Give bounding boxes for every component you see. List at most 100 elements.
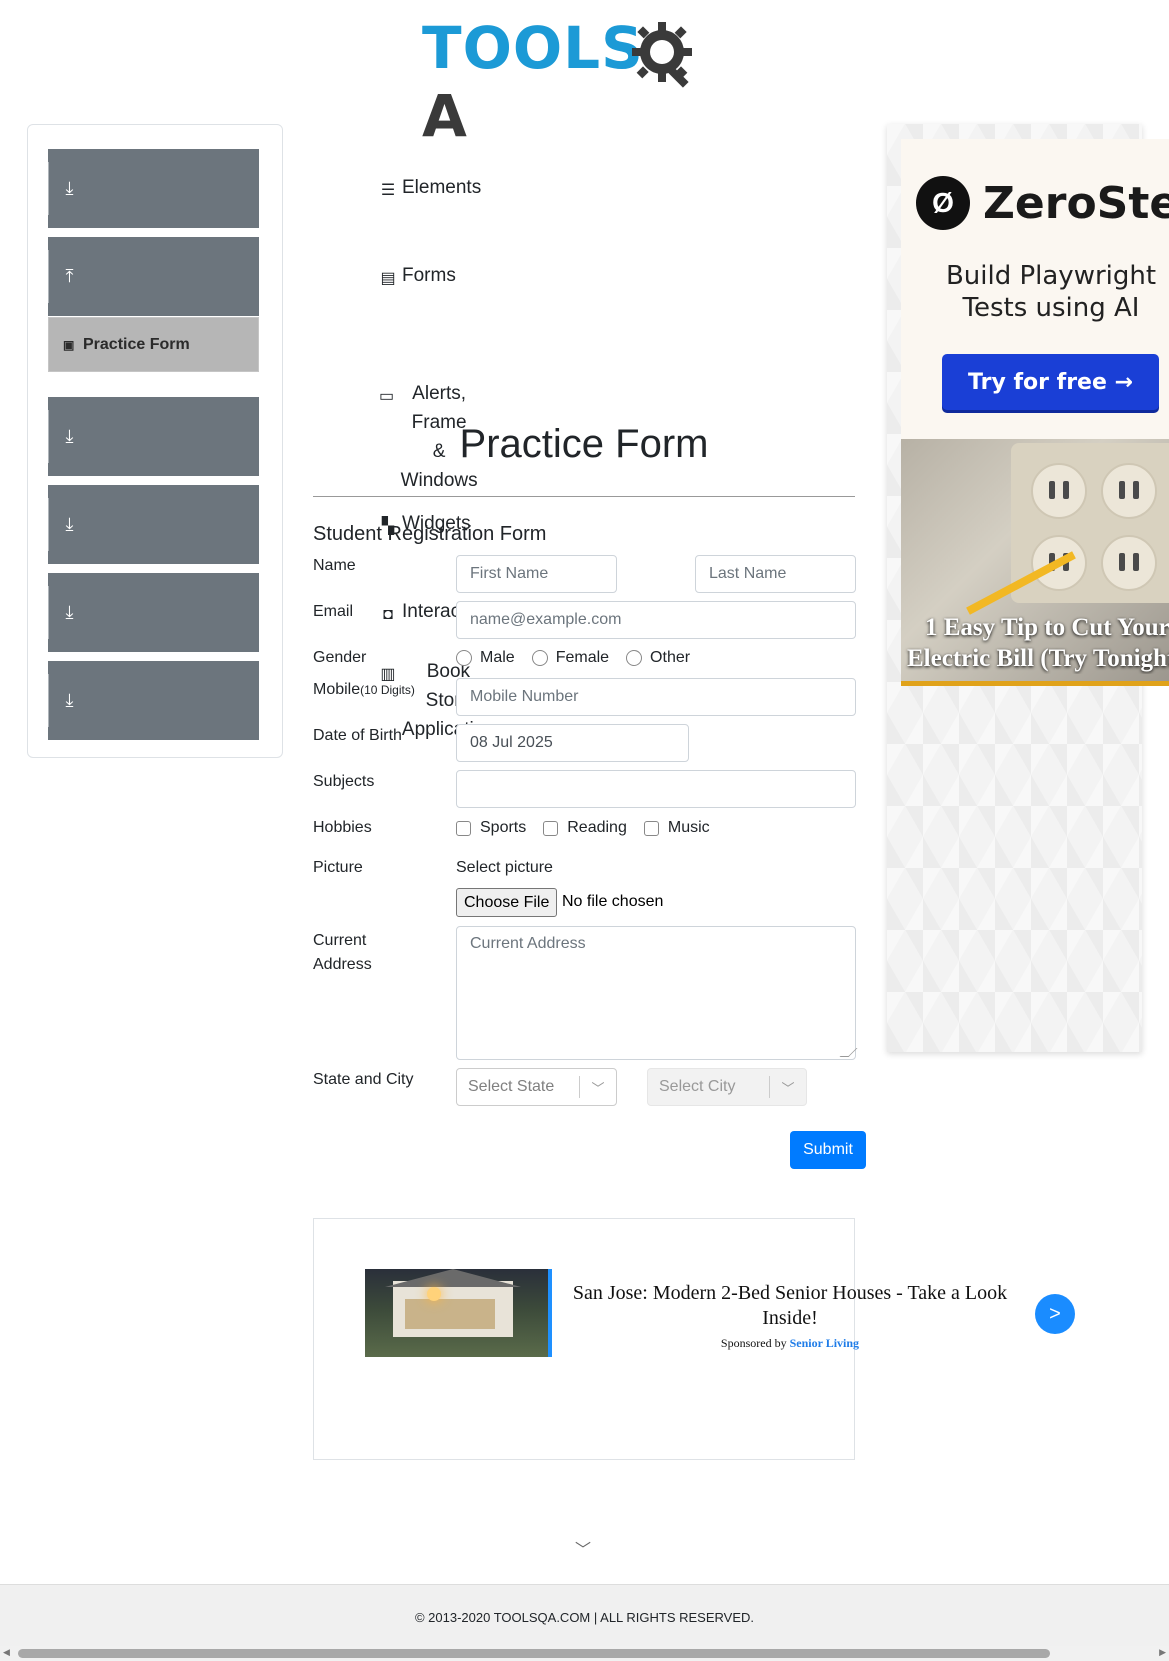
logo-text-tools: TOOLS	[422, 14, 644, 82]
chevron-down-icon[interactable]: ﹀	[575, 1536, 591, 1560]
chevron-down-icon[interactable]: ﹀	[770, 1078, 806, 1097]
submit-button[interactable]: Submit	[790, 1131, 866, 1169]
hobbies-options: Sports Reading Music	[456, 819, 727, 837]
checkbox-label: Music	[667, 819, 710, 836]
chevron-down-icon[interactable]: ﹀	[580, 1078, 616, 1097]
hobby-music-checkbox[interactable]: Music	[643, 819, 710, 837]
collapse-arrow-icon[interactable]: ⤒	[48, 250, 90, 303]
select-picture-label: Select picture	[456, 859, 553, 876]
tagline-line2: Tests using AI	[962, 293, 1140, 323]
form-title: Student Registration Form	[313, 523, 547, 545]
ad-sponsor-line: Sponsored by Senior Living	[568, 1336, 1012, 1351]
radio-label: Other	[650, 649, 691, 666]
sidebar-item-practice-form[interactable]: ▣ Practice Form	[48, 317, 259, 372]
email-label: Email	[313, 603, 354, 620]
sidebar-item-label: Practice Form	[83, 335, 190, 353]
window-icon: ▭	[379, 387, 395, 405]
hobby-sports-checkbox[interactable]: Sports	[456, 819, 526, 837]
email-input[interactable]: name@example.com	[456, 601, 856, 639]
checkbox-box[interactable]	[456, 820, 471, 836]
mobile-label: Mobile(10 Digits)	[313, 681, 415, 699]
sidebar-group-forms[interactable]: ▤ Forms ⤒	[48, 237, 456, 316]
radio-circle[interactable]	[626, 650, 643, 666]
porch-shape	[405, 1299, 495, 1329]
city-select[interactable]: Select City ﹀	[647, 1068, 807, 1106]
sidebar-group-elements[interactable]: ☰ Elements ⤓	[48, 149, 481, 228]
expand-arrow-icon[interactable]: ⤓	[48, 410, 90, 463]
ad-house-image[interactable]	[365, 1269, 550, 1357]
name-label: Name	[313, 557, 356, 574]
scroll-left-icon[interactable]: ◀	[3, 1647, 10, 1658]
dob-label: Date of Birth	[313, 727, 402, 744]
zerostep-brand: ZeroStep	[983, 178, 1169, 229]
picture-label: Picture	[313, 859, 363, 876]
electric-tip-headline[interactable]: 1 Easy Tip to Cut Your Electric Bill (Tr…	[901, 612, 1169, 674]
divider	[313, 496, 855, 497]
ad-next-button[interactable]: >	[1035, 1294, 1075, 1334]
current-address-label: Current Address	[313, 929, 372, 977]
expand-arrow-icon[interactable]: ⤓	[48, 498, 90, 551]
checkbox-label: Reading	[567, 819, 627, 836]
sidebar-group-book-store[interactable]: ▥ Book Store Application ⤓	[48, 661, 495, 740]
gender-female-radio[interactable]: Female	[531, 649, 609, 667]
mobile-hint: (10 Digits)	[360, 683, 415, 697]
address-label-line2: Address	[313, 956, 372, 973]
state-select[interactable]: Select State ﹀	[456, 1068, 617, 1106]
logo-text-a: A	[422, 82, 468, 150]
no-file-text: No file chosen	[562, 893, 664, 910]
roof-shape	[385, 1269, 521, 1287]
sidebar-group-label: Elements	[402, 176, 482, 198]
mobile-label-text: Mobile	[313, 681, 361, 698]
sidebar-group-interactions[interactable]: ◘ Interactions ⤓	[48, 573, 500, 652]
outlet-socket	[1031, 463, 1087, 519]
gender-options: Male Female Other	[456, 649, 707, 667]
radio-circle[interactable]	[456, 650, 472, 666]
expand-arrow-icon[interactable]: ⤓	[48, 674, 90, 727]
scrollbar-thumb[interactable]	[18, 1649, 1050, 1658]
gender-other-radio[interactable]: Other	[626, 649, 690, 667]
choose-file-button[interactable]: Choose File	[456, 888, 558, 917]
toolsqa-logo[interactable]: TOOLSQAA	[422, 14, 752, 150]
subjects-input[interactable]	[456, 770, 856, 808]
expand-arrow-icon[interactable]: ⤓	[48, 586, 90, 639]
dob-input[interactable]: 08 Jul 2025	[456, 724, 689, 762]
subjects-label: Subjects	[313, 773, 375, 790]
expand-arrow-icon[interactable]: ⤓	[48, 162, 90, 215]
tip-line2: Electric Bill (Try Tonight	[907, 645, 1169, 672]
mobile-input[interactable]: Mobile Number	[456, 678, 856, 716]
first-name-input[interactable]: First Name	[456, 555, 617, 593]
ad-accent-bar	[548, 1269, 552, 1357]
document-icon: ▤	[380, 269, 396, 287]
horizontal-scrollbar[interactable]: ◀ ▶	[0, 1646, 1169, 1661]
try-for-free-button[interactable]: Try for free →	[942, 354, 1159, 410]
sidebar: ☰ Elements ⤓ ▤ Forms ⤒ ▣ Practice Form ▭ Ale…	[27, 124, 500, 758]
state-placeholder: Select State	[468, 1078, 555, 1095]
checkbox-box[interactable]	[543, 820, 559, 836]
html-icon: ▣	[63, 337, 75, 352]
zerostep-logo-icon: Ø	[916, 176, 970, 230]
interactions-icon: ◘	[383, 605, 393, 623]
sidebar-group-alerts[interactable]: ▭ Alerts, Frame & Windows ⤓	[48, 383, 478, 491]
scroll-right-icon[interactable]: ▶	[1159, 1647, 1166, 1658]
checkbox-label: Sports	[480, 819, 527, 836]
radio-label: Male	[480, 649, 515, 666]
hobbies-label: Hobbies	[313, 819, 372, 836]
state-city-label: State and City	[313, 1071, 414, 1088]
radio-circle[interactable]	[531, 650, 548, 666]
copyright-text: © 2013-2020 TOOLSQA.COM | ALL RIGHTS RES…	[414, 1610, 755, 1625]
sidebar-group-label: Forms	[402, 264, 456, 286]
sponsor-name[interactable]: Senior Living	[790, 1336, 859, 1350]
city-placeholder: Select City	[659, 1078, 736, 1095]
sidebar-group-widgets[interactable]: ▚ Widgets ⤓	[48, 485, 471, 564]
ad-headline[interactable]: San Jose: Modern 2-Bed Senior Houses - T…	[568, 1281, 1012, 1331]
sponsored-by-text: Sponsored by	[720, 1336, 787, 1350]
gender-male-radio[interactable]: Male	[456, 649, 515, 667]
outlet-socket	[1101, 463, 1157, 519]
checkbox-box[interactable]	[643, 820, 659, 836]
tip-line1: 1 Easy Tip to Cut Your	[925, 614, 1169, 641]
gender-label: Gender	[313, 649, 367, 666]
current-address-textarea[interactable]: Current Address	[456, 926, 856, 1060]
last-name-input[interactable]: Last Name	[695, 555, 856, 593]
hobby-reading-checkbox[interactable]: Reading	[543, 819, 627, 837]
porch-light	[427, 1287, 441, 1301]
